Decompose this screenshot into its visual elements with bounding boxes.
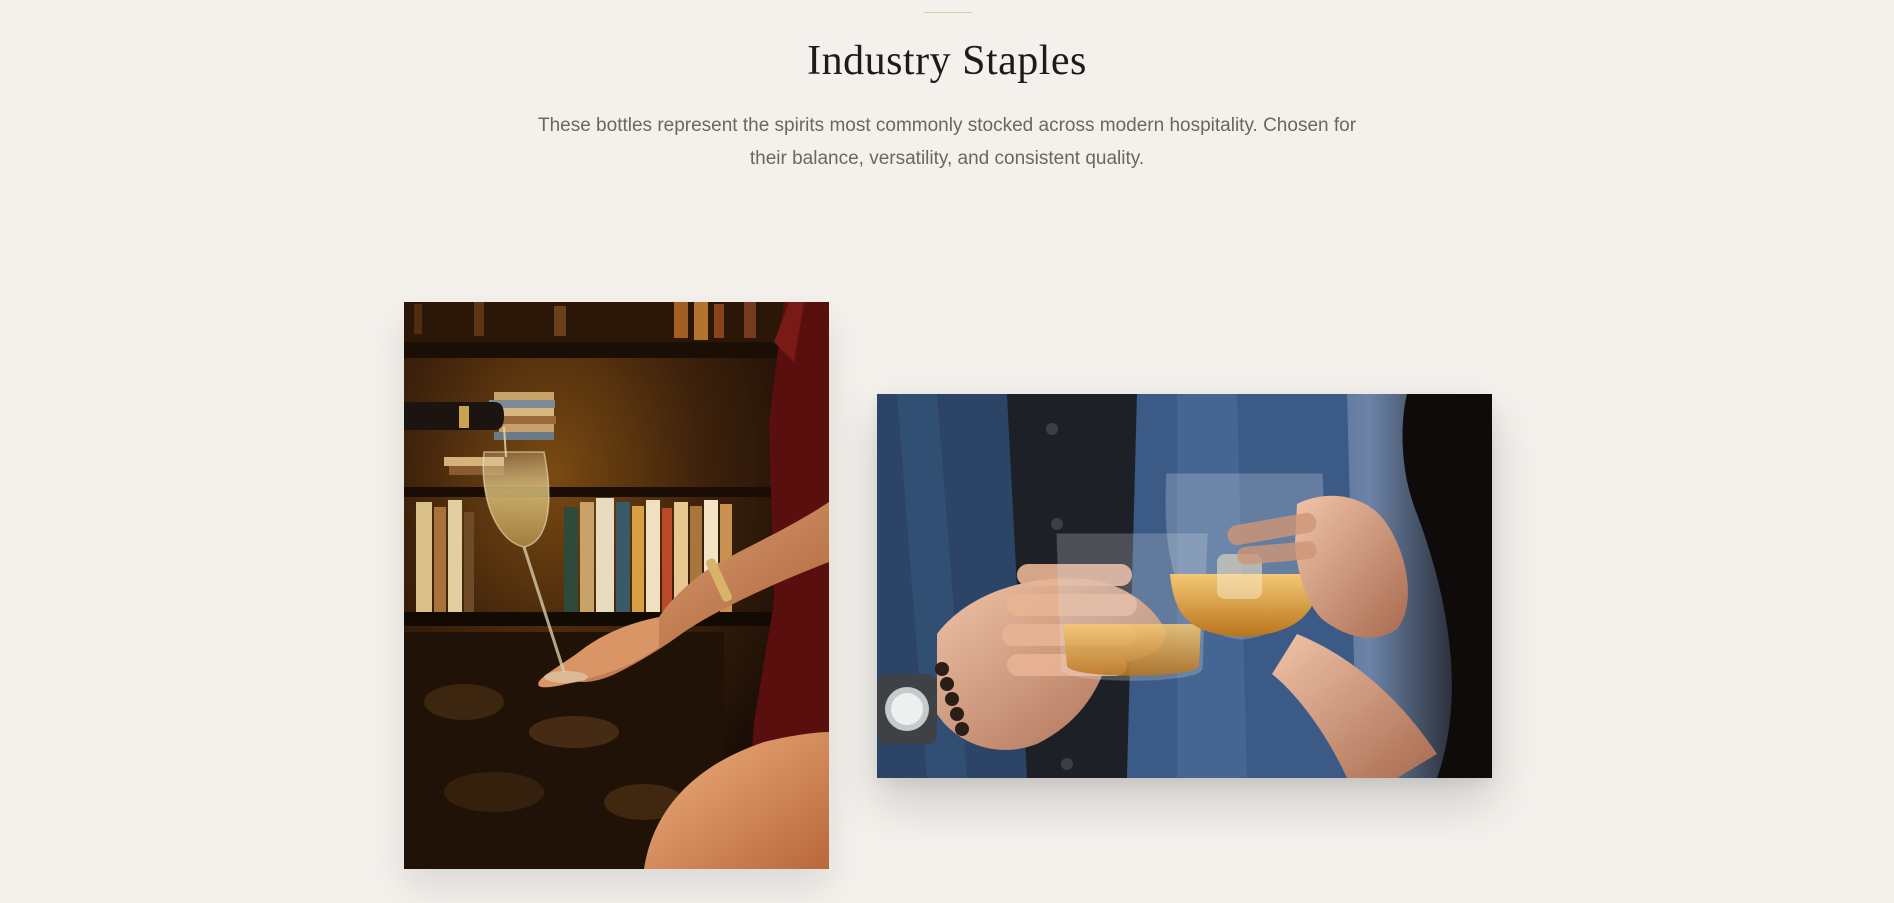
industry-staples-section: Industry Staples These bottles represent… bbox=[0, 0, 1894, 903]
whiskey-toast-photo bbox=[877, 394, 1492, 778]
champagne-pour-photo bbox=[404, 302, 829, 869]
section-title: Industry Staples bbox=[807, 38, 1087, 84]
section-description: These bottles represent the spirits most… bbox=[537, 115, 1357, 169]
section-divider bbox=[924, 12, 972, 13]
